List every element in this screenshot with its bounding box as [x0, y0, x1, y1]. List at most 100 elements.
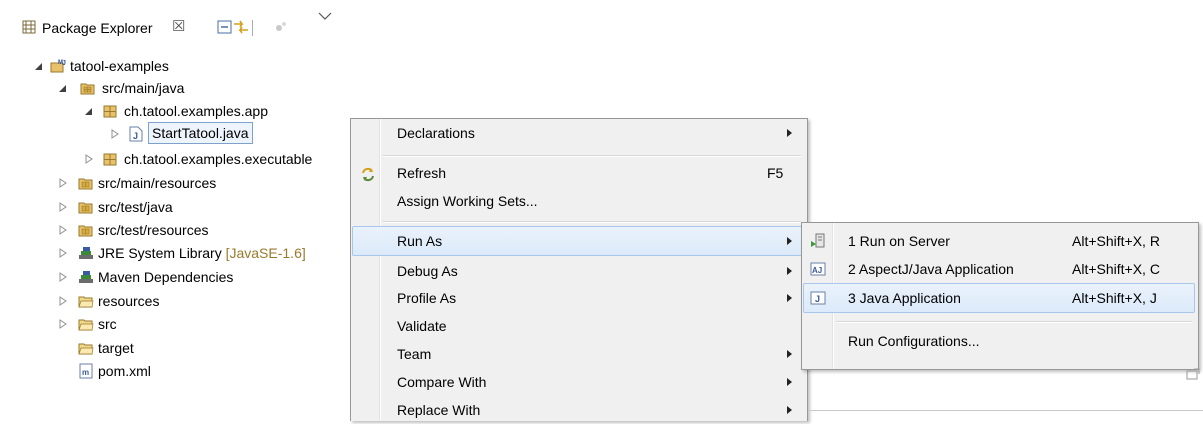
menu-item-team[interactable]: Team: [353, 340, 803, 368]
focus-active-task-icon[interactable]: [272, 18, 290, 36]
menu-item-debug-as[interactable]: Debug As: [353, 257, 803, 285]
toolbar-separator: [252, 20, 253, 36]
tree-item-src-test-resources[interactable]: src/test/resources: [0, 219, 330, 241]
menu-item-shortcut: Alt+Shift+X, J: [1072, 290, 1157, 306]
library-version-decoration: [JavaSE-1.6]: [225, 245, 306, 261]
menu-item-shortcut: F5: [767, 165, 784, 181]
menu-item-label: 1 Run on Server: [848, 233, 950, 249]
tree-item-pom-xml[interactable]: m pom.xml: [0, 360, 330, 382]
menu-item-run-as[interactable]: Run As: [352, 226, 804, 256]
menu-item-java-application[interactable]: J 3 Java Application Alt+Shift+X, J: [803, 283, 1195, 313]
svg-text:J: J: [133, 131, 138, 141]
tree-item-src[interactable]: src: [0, 313, 330, 335]
refresh-icon: [362, 167, 374, 182]
context-menu: Declarations Refresh F5 Assign Working S…: [350, 118, 808, 421]
maven-project-icon: M J: [50, 60, 66, 73]
menu-item-validate[interactable]: Validate: [353, 312, 803, 340]
tree-item-src-main-java[interactable]: src/main/java: [0, 77, 330, 99]
view-title: Package Explorer: [42, 20, 153, 36]
menu-item-run-on-server[interactable]: 1 Run on Server Alt+Shift+X, R: [804, 227, 1194, 255]
tree-item-label: resources: [98, 293, 160, 309]
menu-item-label: Declarations: [397, 125, 475, 141]
tree-item-maven-dependencies[interactable]: Maven Dependencies: [0, 266, 330, 288]
menu-item-aspectj-application[interactable]: AJ 2 AspectJ/Java Application Alt+Shift+…: [804, 255, 1194, 283]
package-explorer-icon: [22, 20, 36, 34]
submenu-arrow-icon: [787, 237, 792, 245]
collapsed-triangle-icon[interactable]: [58, 177, 68, 189]
menu-item-assign-working-sets[interactable]: Assign Working Sets...: [353, 187, 803, 215]
tree-item-src-test-java[interactable]: src/test/java: [0, 196, 330, 218]
menu-item-declarations[interactable]: Declarations: [353, 119, 803, 147]
menu-item-shortcut: Alt+Shift+X, C: [1072, 261, 1160, 277]
aspectj-icon: AJ: [810, 262, 826, 276]
menu-separator: [383, 155, 801, 157]
tree-item-label: src/main/resources: [98, 175, 217, 191]
menu-item-run-configurations[interactable]: Run Configurations...: [804, 327, 1194, 355]
menu-item-profile-as[interactable]: Profile As: [353, 284, 803, 312]
svg-text:J: J: [815, 294, 820, 304]
submenu-arrow-icon: [787, 294, 792, 302]
folder-icon: [78, 296, 94, 308]
tree-item-label: ch.tatool.examples.app: [124, 103, 268, 119]
collapsed-triangle-icon[interactable]: [84, 153, 94, 165]
java-file-icon: J: [129, 126, 143, 142]
menu-item-compare-with[interactable]: Compare With: [353, 368, 803, 396]
menu-item-refresh[interactable]: Refresh F5: [353, 159, 803, 187]
submenu-arrow-icon: [787, 267, 792, 275]
tree-item-package-executable[interactable]: ch.tatool.examples.executable: [0, 148, 345, 170]
svg-text:AJ: AJ: [812, 266, 822, 275]
link-with-editor-icon[interactable]: [232, 18, 250, 36]
pom-file-icon: m: [79, 363, 93, 379]
submenu-arrow-icon: [787, 378, 792, 386]
collapsed-triangle-icon[interactable]: [58, 224, 68, 236]
collapsed-triangle-icon[interactable]: [58, 247, 68, 259]
submenu-arrow-icon: [787, 350, 792, 358]
package-explorer: Package Explorer ☒ M J tatool-examples s…: [0, 0, 350, 420]
source-folder-icon: [78, 225, 93, 237]
tree-item-resources[interactable]: resources: [0, 290, 330, 312]
tree-item-starttatool-java[interactable]: J StartTatool.java: [0, 122, 330, 145]
collapsed-triangle-icon[interactable]: [58, 295, 68, 307]
menu-item-label: 2 AspectJ/Java Application: [848, 261, 1014, 277]
tree-item-tatool-examples[interactable]: M J tatool-examples: [0, 55, 330, 77]
tree-item-label: StartTatool.java: [148, 122, 253, 144]
folder-icon: [78, 343, 94, 355]
source-folder-icon: [80, 83, 95, 95]
menu-item-shortcut: Alt+Shift+X, R: [1072, 233, 1160, 249]
tree-item-jre-system-library[interactable]: JRE System Library [JavaSE-1.6]: [0, 242, 345, 264]
view-menu-icon[interactable]: [316, 8, 334, 26]
collapsed-triangle-icon[interactable]: [58, 201, 68, 213]
package-icon: [103, 153, 117, 166]
collapsed-triangle-icon[interactable]: [58, 318, 68, 330]
tree-item-label: src/test/java: [98, 199, 173, 215]
menu-separator: [836, 321, 1192, 323]
menu-item-label: Debug As: [397, 263, 458, 279]
menu-item-label: Compare With: [397, 374, 487, 390]
folder-icon: [78, 319, 94, 331]
svg-text:J: J: [62, 60, 66, 67]
tree-item-label: ch.tatool.examples.executable: [124, 151, 313, 167]
tree-item-target[interactable]: target: [0, 337, 330, 359]
tree-item-src-main-resources[interactable]: src/main/resources: [0, 172, 330, 194]
collapsed-triangle-icon[interactable]: [110, 128, 120, 140]
package-icon: [103, 105, 117, 118]
menu-item-label: 3 Java Application: [848, 290, 961, 306]
expanded-triangle-icon[interactable]: [34, 60, 44, 72]
tree-item-package-app[interactable]: ch.tatool.examples.app: [0, 100, 330, 122]
submenu-arrow-icon: [787, 129, 792, 137]
submenu-arrow-icon: [787, 406, 792, 414]
expanded-triangle-icon[interactable]: [58, 82, 68, 94]
library-name: JRE System Library: [98, 245, 222, 261]
source-folder-icon: [78, 178, 93, 190]
collapsed-triangle-icon[interactable]: [58, 271, 68, 283]
tree-item-label: target: [98, 340, 134, 356]
view-tab[interactable]: Package Explorer ☒: [0, 0, 350, 42]
restore-view-icon[interactable]: [1186, 368, 1200, 380]
tree-item-label: tatool-examples: [70, 58, 169, 74]
menu-separator: [383, 221, 801, 223]
editor-area-border: [808, 410, 1203, 411]
expanded-triangle-icon[interactable]: [84, 105, 94, 117]
menu-item-label: Assign Working Sets...: [397, 193, 538, 209]
close-view-icon[interactable]: ☒: [172, 18, 185, 36]
menu-item-label: Validate: [397, 318, 447, 334]
